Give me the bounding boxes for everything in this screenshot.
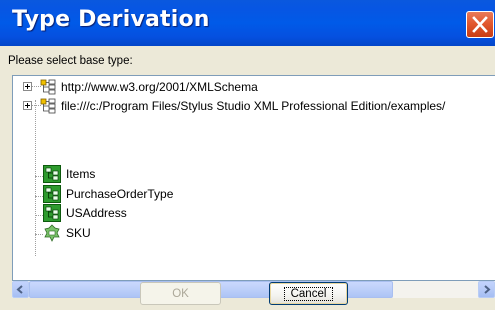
tree-connector xyxy=(35,196,43,198)
scroll-right-button[interactable] xyxy=(478,281,495,298)
tree-node-namespace[interactable]: http://www.w3.org/2001/XMLSchema xyxy=(40,78,258,95)
tree-node-label: SKU xyxy=(66,225,91,240)
tree-node-label: file:///c:/Program Files/Stylus Studio X… xyxy=(61,98,446,113)
dialog-body: Please select base type: http://www.w3.o… xyxy=(0,46,495,310)
tree-node-type[interactable]: USAddress xyxy=(43,203,127,222)
tree-node-label: Items xyxy=(66,166,96,181)
tree-node-type[interactable]: Items xyxy=(43,164,96,183)
expand-toggle[interactable] xyxy=(23,101,32,110)
type-tree[interactable]: http://www.w3.org/2001/XMLSchema file://… xyxy=(12,75,495,281)
horizontal-scrollbar[interactable] xyxy=(12,281,495,298)
complex-type-icon xyxy=(43,164,61,183)
title-bar: Type Derivation xyxy=(0,0,495,46)
arrow-right-icon xyxy=(484,285,491,294)
close-icon xyxy=(472,16,488,33)
tree-node-label: PurchaseOrderType xyxy=(66,186,174,201)
complex-type-icon xyxy=(43,203,61,222)
tree-connector xyxy=(35,176,43,178)
tree-node-type[interactable]: SKU xyxy=(43,223,91,242)
tree-node-type[interactable]: PurchaseOrderType xyxy=(43,184,174,203)
tree-node-label: USAddress xyxy=(66,205,127,220)
complex-type-icon xyxy=(43,184,61,203)
tree-connector xyxy=(35,234,43,236)
expand-toggle[interactable] xyxy=(23,82,32,91)
simple-type-icon xyxy=(44,223,60,242)
window-title: Type Derivation xyxy=(12,7,210,32)
ok-button[interactable]: OK xyxy=(140,282,221,305)
tree-connector xyxy=(35,215,43,217)
prompt-label: Please select base type: xyxy=(8,55,133,67)
tree-node-namespace[interactable]: file:///c:/Program Files/Stylus Studio X… xyxy=(40,97,445,114)
ok-button-label: OK xyxy=(172,287,189,300)
cancel-button-label: Cancel xyxy=(283,286,334,301)
scroll-left-button[interactable] xyxy=(12,281,29,298)
tree-node-label: http://www.w3.org/2001/XMLSchema xyxy=(61,79,258,94)
tree-connector xyxy=(35,100,37,256)
close-button[interactable] xyxy=(466,11,494,38)
arrow-left-icon xyxy=(16,285,23,294)
namespace-tree-icon xyxy=(40,98,56,113)
namespace-tree-icon xyxy=(40,79,56,94)
cancel-button[interactable]: Cancel xyxy=(269,282,348,305)
